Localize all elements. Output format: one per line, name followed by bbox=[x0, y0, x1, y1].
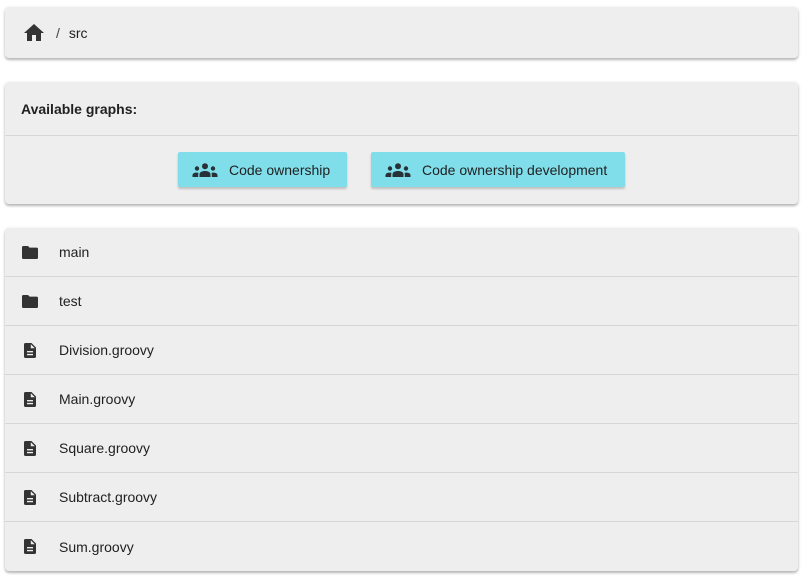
graphs-title: Available graphs: bbox=[5, 82, 798, 136]
file-icon bbox=[22, 391, 38, 407]
home-icon[interactable] bbox=[24, 23, 44, 43]
file-icon bbox=[22, 489, 38, 505]
code-ownership-button[interactable]: Code ownership bbox=[178, 152, 347, 187]
file-name: test bbox=[59, 293, 82, 309]
folder-icon bbox=[22, 244, 38, 260]
file-name: Subtract.groovy bbox=[59, 489, 158, 505]
list-item-folder-main[interactable]: main bbox=[5, 228, 798, 277]
file-name: Main.groovy bbox=[59, 391, 136, 407]
file-name: Division.groovy bbox=[59, 342, 154, 358]
file-list: main test Division.groovy Main.groovy Sq… bbox=[5, 228, 798, 571]
code-ownership-development-button[interactable]: Code ownership development bbox=[371, 152, 625, 187]
people-group-icon bbox=[385, 162, 411, 178]
file-icon bbox=[22, 539, 38, 555]
code-ownership-development-label: Code ownership development bbox=[422, 161, 608, 178]
folder-icon bbox=[22, 293, 38, 309]
file-name: Sum.groovy bbox=[59, 538, 134, 555]
file-name: main bbox=[59, 244, 90, 260]
breadcrumb: / src bbox=[5, 7, 798, 58]
breadcrumb-current[interactable]: src bbox=[69, 25, 88, 41]
file-name: Square.groovy bbox=[59, 440, 151, 456]
list-item-file-square[interactable]: Square.groovy bbox=[5, 424, 798, 473]
code-ownership-label: Code ownership bbox=[229, 161, 331, 178]
breadcrumb-separator: / bbox=[56, 24, 60, 41]
list-item-file-division[interactable]: Division.groovy bbox=[5, 326, 798, 375]
people-group-icon bbox=[192, 162, 218, 178]
graphs-panel: Available graphs: Code ownership Code ow… bbox=[5, 82, 798, 204]
file-icon bbox=[22, 342, 38, 358]
list-item-file-subtract[interactable]: Subtract.groovy bbox=[5, 473, 798, 522]
list-item-file-main[interactable]: Main.groovy bbox=[5, 375, 798, 424]
list-item-folder-test[interactable]: test bbox=[5, 277, 798, 326]
list-item-file-sum[interactable]: Sum.groovy bbox=[5, 522, 798, 571]
file-icon bbox=[22, 440, 38, 456]
graphs-actions: Code ownership Code ownership developmen… bbox=[5, 152, 798, 188]
